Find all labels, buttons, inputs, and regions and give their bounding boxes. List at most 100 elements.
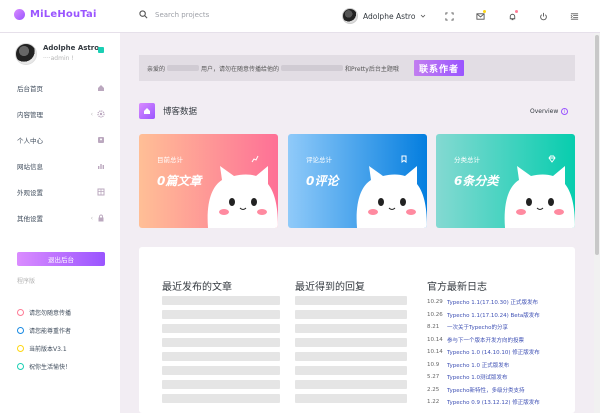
list-item: 当前版本V3.1	[17, 339, 71, 357]
mail-icon[interactable]	[475, 10, 486, 22]
notice-text: 亲爱的	[147, 65, 166, 73]
redacted-row	[295, 380, 407, 389]
sidebar-item-home[interactable]: 后台首页	[0, 75, 120, 101]
log-date: 8.21	[427, 324, 440, 331]
sidebar-item-label: 个人中心	[17, 137, 43, 145]
power-icon[interactable]	[538, 11, 549, 22]
logout-button[interactable]: 退出后台	[17, 252, 105, 266]
mail-badge	[483, 10, 486, 13]
list-item[interactable]: 8.21 一次关于Typecho的分享	[427, 321, 540, 334]
log-link[interactable]: Typecho新特性，多级分类支持	[447, 386, 525, 394]
stat-card-categories[interactable]: 分类总计 6条分类	[436, 134, 575, 228]
contact-author-button[interactable]: 联系作者	[414, 60, 465, 76]
log-link[interactable]: Typecho 1.0测试版发布	[447, 373, 508, 381]
fullscreen-icon[interactable]	[444, 11, 455, 22]
cat-illustration	[504, 166, 575, 228]
official-log-title: 官方最新日志	[427, 282, 487, 293]
redacted-row	[295, 324, 407, 333]
overview-link[interactable]: Overview i	[530, 108, 569, 115]
settings-icon	[97, 110, 105, 118]
list-item[interactable]: 2.25 Typecho新特性，多级分类支持	[427, 384, 540, 397]
note-text: 当前版本V3.1	[29, 345, 67, 353]
log-link[interactable]: Typecho 1.1(17.10.24) Beta版发布	[447, 311, 540, 319]
stat-card-posts[interactable]: 目前总计 0篇文章	[139, 134, 278, 228]
profile-dropdown[interactable]: Adolphe Astro	[342, 8, 426, 24]
profile-name: Adolphe Astro	[363, 11, 416, 21]
log-link[interactable]: Typecho 1.1(17.10.30) 正式版发布	[447, 298, 538, 306]
logo-mark-icon	[14, 9, 25, 20]
chevron-down-icon	[421, 14, 426, 18]
list-item[interactable]: 10.14 Typecho 1.0 (14.10.10) 修正版发布	[427, 346, 540, 359]
verified-badge-icon	[98, 47, 104, 53]
search-input[interactable]	[155, 10, 275, 19]
circle-icon	[17, 326, 24, 334]
note-text: 请您勿随意传播	[29, 309, 72, 317]
chevron-left-icon: ‹	[90, 215, 93, 222]
card-label: 目前总计	[157, 156, 183, 164]
list-item[interactable]: 1.22 Typecho 0.9 (13.12.12) 修正版发布	[427, 396, 540, 409]
redacted-text	[167, 65, 200, 71]
redacted-row	[295, 352, 407, 361]
note-text: 祝你生活愉快！	[29, 363, 72, 371]
scrollbar-thumb[interactable]	[595, 35, 599, 255]
scrollbar[interactable]	[594, 33, 600, 413]
section-label: 程序版	[17, 278, 36, 285]
sidebar-item-label: 内容管理	[17, 111, 43, 119]
logo-text: MiLeHouTai	[30, 9, 97, 20]
log-date: 10.14	[427, 349, 443, 356]
redacted-row	[295, 394, 407, 403]
contacts-icon	[97, 136, 105, 144]
sidebar-nav: 后台首页 内容管理 ‹ 个人中心 网站信息 外观设置 其他设置 ‹	[0, 75, 120, 231]
sidebar-item-site-info[interactable]: 网站信息	[0, 153, 120, 179]
log-date: 2.25	[427, 386, 440, 393]
cat-illustration	[207, 166, 278, 228]
log-link[interactable]: Typecho 1.0 正式版发布	[447, 361, 509, 369]
card-label: 分类总计	[454, 156, 480, 164]
notice-banner: 亲爱的 用户，请勿在随意传播给他的 和Pretty后台主题哦 联系作者	[139, 55, 575, 81]
logo[interactable]: MiLeHouTai	[14, 9, 97, 20]
log-date: 10.9	[427, 361, 440, 368]
sidebar-item-other[interactable]: 其他设置 ‹	[0, 205, 120, 231]
home-icon	[139, 103, 155, 119]
card-value: 0评论	[306, 174, 339, 188]
sidebar-user[interactable]: Adolphe Astro ····admin !	[15, 43, 104, 65]
card-label: 评论总计	[306, 156, 332, 164]
log-date: 5.27	[427, 374, 440, 381]
lock-icon	[97, 214, 105, 222]
blog-header: 博客数据	[139, 103, 197, 119]
redacted-row	[162, 380, 280, 389]
search-icon[interactable]	[139, 10, 148, 19]
log-link[interactable]: 参与下一个版本开发方向的投票	[447, 336, 524, 344]
log-link[interactable]: Typecho 0.9 (13.12.12) 修正版发布	[447, 398, 540, 406]
page-title: 博客数据	[163, 107, 198, 117]
list-item[interactable]: 10.29 Typecho 1.1(17.10.30) 正式版发布	[427, 296, 540, 309]
list-item[interactable]: 10.14 参与下一个版本开发方向的投票	[427, 334, 540, 347]
menu-icon[interactable]	[569, 11, 580, 22]
list-item[interactable]: 10.26 Typecho 1.1(17.10.24) Beta版发布	[427, 309, 540, 322]
official-log-list: 10.29 Typecho 1.1(17.10.30) 正式版发布 10.26 Ty…	[427, 296, 540, 409]
log-date: 1.22	[427, 399, 440, 406]
redacted-row	[162, 310, 280, 319]
circle-icon	[17, 344, 24, 352]
log-link[interactable]: Typecho 1.0 (14.10.10) 修正版发布	[447, 348, 540, 356]
card-value: 0篇文章	[157, 174, 202, 188]
redacted-row	[162, 338, 280, 347]
log-date: 10.14	[427, 336, 443, 343]
stat-card-comments[interactable]: 评论总计 0评论	[288, 134, 427, 228]
notice-text: 用户，请勿在随意传播给他的	[201, 65, 280, 73]
home-icon	[97, 84, 105, 92]
sidebar-item-label: 后台首页	[17, 85, 43, 93]
sidebar-item-content[interactable]: 内容管理 ‹	[0, 101, 120, 127]
redacted-row	[295, 338, 407, 347]
sidebar-item-appearance[interactable]: 外观设置	[0, 179, 120, 205]
sidebar-item-label: 网站信息	[17, 163, 43, 171]
list-item[interactable]: 5.27 Typecho 1.0测试版发布	[427, 371, 540, 384]
note-text: 请您能尊重作者	[29, 327, 72, 335]
list-item[interactable]: 10.9 Typecho 1.0 正式版发布	[427, 359, 540, 372]
redacted-row	[162, 296, 280, 305]
log-date: 10.26	[427, 311, 443, 318]
log-date: 10.29	[427, 299, 443, 306]
bell-icon[interactable]	[507, 10, 518, 22]
log-link[interactable]: 一次关于Typecho的分享	[447, 323, 508, 331]
sidebar-item-profile[interactable]: 个人中心	[0, 127, 120, 153]
